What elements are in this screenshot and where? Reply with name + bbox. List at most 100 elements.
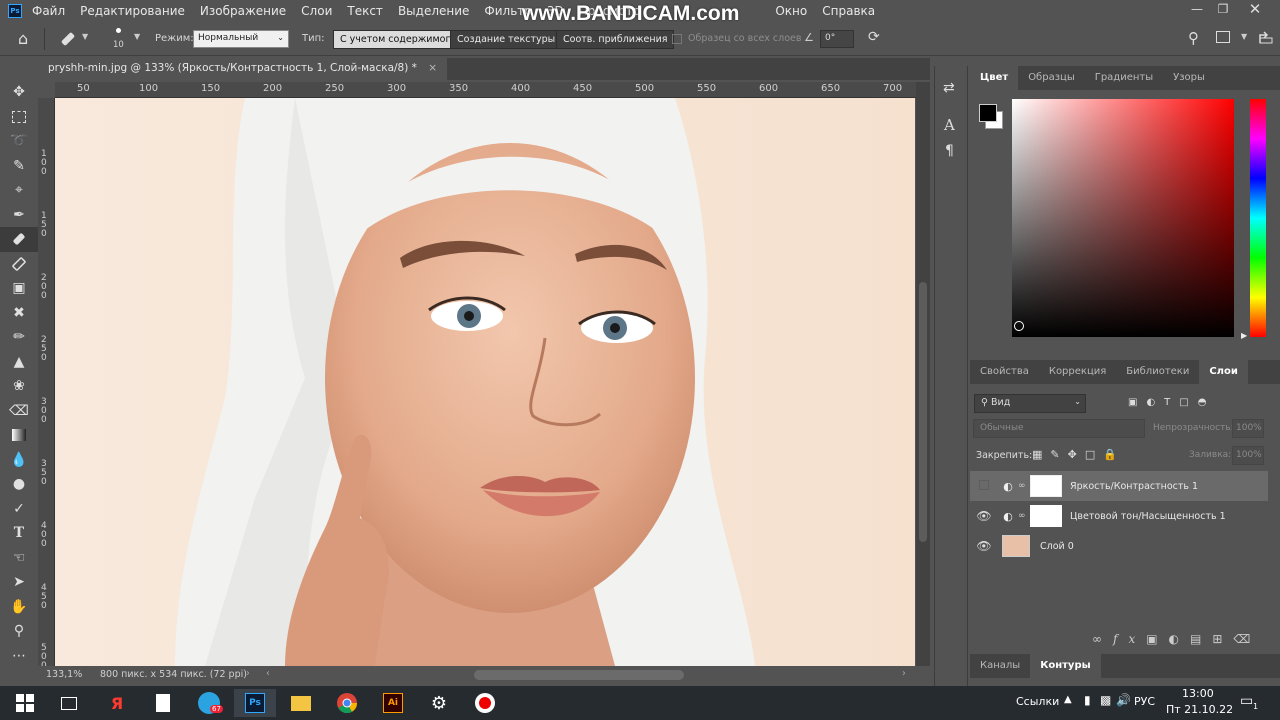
clock-time[interactable]: 13:00 xyxy=(1182,687,1214,700)
eye-icon[interactable]: 👁 xyxy=(970,509,998,523)
lock-icons[interactable]: ▦✎✥□🔒 xyxy=(1032,448,1125,461)
chrome-icon[interactable] xyxy=(326,689,368,717)
tab-channels[interactable]: Каналы xyxy=(970,654,1030,678)
share-icon[interactable] xyxy=(1258,29,1274,45)
menu-edit[interactable]: Редактирование xyxy=(80,4,185,18)
foreground-color-swatch[interactable] xyxy=(979,104,997,122)
layer-row[interactable]: 👁 ◐ ∞ Цветовой тон/Насыщенность 1 xyxy=(970,501,1268,531)
menu-image[interactable]: Изображение xyxy=(200,4,286,18)
illustrator-icon[interactable]: Ai xyxy=(372,689,414,717)
fill-input[interactable]: 100% xyxy=(1232,446,1264,465)
tab-gradients[interactable]: Градиенты xyxy=(1085,66,1163,90)
photoshop-taskbar-icon[interactable]: Ps xyxy=(234,689,276,717)
sample-all-layers-checkbox[interactable] xyxy=(672,34,682,44)
crop-tool-icon[interactable]: ⌖ xyxy=(0,178,38,203)
tab-paths[interactable]: Контуры xyxy=(1030,654,1101,678)
layer-visibility-toggle[interactable] xyxy=(970,479,998,493)
angle-input[interactable]: 0° xyxy=(820,30,854,48)
network-icon[interactable]: ▩ xyxy=(1100,693,1111,707)
layer-thumbnail[interactable] xyxy=(1002,535,1030,557)
telegram-icon[interactable]: 67 xyxy=(188,689,230,717)
scroll-thumb[interactable] xyxy=(919,282,927,542)
home-icon[interactable]: ⌂ xyxy=(18,29,28,48)
horizontal-scroll-thumb[interactable] xyxy=(474,670,684,680)
menu-window[interactable]: Окно xyxy=(775,4,807,18)
quick-selection-tool-icon[interactable]: ✎ xyxy=(0,154,38,179)
volume-icon[interactable]: 🔊 xyxy=(1116,693,1131,707)
layer-footer-icons[interactable]: ∞fx▣◐▤⊞⌫ xyxy=(1092,632,1261,646)
layer-mask-thumbnail[interactable] xyxy=(1030,505,1062,527)
paragraph-icon[interactable]: ¶ xyxy=(945,143,954,159)
layer-row[interactable]: 👁 Слой 0 xyxy=(970,531,1268,561)
healing-brush-icon[interactable] xyxy=(58,29,78,49)
menu-select[interactable]: Выделение xyxy=(398,4,469,18)
menu-layers[interactable]: Слои xyxy=(301,4,332,18)
task-view-icon[interactable] xyxy=(48,689,90,717)
bandicam-record-icon[interactable] xyxy=(464,689,506,717)
layer-filter-select[interactable]: ⚲ Вид ⌄ xyxy=(974,394,1086,413)
hand-tool-icon[interactable]: ✋ xyxy=(0,595,38,620)
zoom-level[interactable]: 133,1% xyxy=(46,669,82,680)
tab-swatches[interactable]: Образцы xyxy=(1018,66,1085,90)
scroll-left-icon[interactable]: ‹ xyxy=(266,668,270,679)
file-icon[interactable] xyxy=(142,689,184,717)
tab-libraries[interactable]: Библиотеки xyxy=(1116,360,1199,384)
blur-tool-icon[interactable]: 💧 xyxy=(0,448,38,473)
mode-select[interactable]: Нормальный ⌄ xyxy=(193,30,289,48)
layer-filter-icons[interactable]: ▣◐T□◓ xyxy=(1128,397,1215,408)
marquee-tool-icon[interactable] xyxy=(0,105,38,130)
notification-icon[interactable]: ▭ xyxy=(1240,693,1253,709)
file-explorer-icon[interactable] xyxy=(280,689,322,717)
tab-adjustments[interactable]: Коррекция xyxy=(1039,360,1116,384)
path-selection-tool-icon[interactable]: ☜ xyxy=(0,546,38,571)
document-tab[interactable]: pryshh-min.jpg @ 133% (Яркость/Контрастн… xyxy=(38,58,448,80)
eyedropper-tool-icon[interactable]: ✒ xyxy=(0,203,38,228)
eye-icon[interactable]: 👁 xyxy=(970,539,998,553)
zoom-tool-icon[interactable]: ⚲ xyxy=(0,619,38,644)
history-brush-tool-icon[interactable]: ❀ xyxy=(0,374,38,399)
more-tools-icon[interactable]: ⋯ xyxy=(0,644,38,669)
lasso-tool-icon[interactable]: ➰ xyxy=(0,129,38,154)
type-proximity-match-button[interactable]: Соотв. приближения xyxy=(556,30,675,49)
tray-expand-icon[interactable]: ▲ xyxy=(1064,694,1072,705)
tab-properties[interactable]: Свойства xyxy=(970,360,1039,384)
pen-tool-icon[interactable]: ✓ xyxy=(0,497,38,522)
color-field[interactable] xyxy=(1012,99,1234,337)
chevron-down-icon[interactable]: ▼ xyxy=(1241,32,1247,41)
character-icon[interactable]: A xyxy=(944,116,955,134)
pressure-icon[interactable]: ⟳ xyxy=(868,29,880,45)
content-aware-move-tool-icon[interactable]: ▣ xyxy=(0,276,38,301)
battery-icon[interactable]: ▮ xyxy=(1084,693,1091,707)
settings-icon[interactable]: ⚙ xyxy=(418,689,460,717)
scroll-right-icon[interactable]: › xyxy=(902,668,906,679)
move-tool-icon[interactable]: ✥ xyxy=(0,80,38,105)
type-tool-icon[interactable]: T xyxy=(0,521,38,546)
history-icon[interactable]: ⇄ xyxy=(943,80,955,96)
chevron-down-icon[interactable]: ▼ xyxy=(82,32,88,41)
minimize-icon[interactable]: — xyxy=(1186,2,1208,18)
tray-links-label[interactable]: Ссылки xyxy=(1016,695,1059,708)
hue-slider[interactable] xyxy=(1250,99,1266,337)
direct-selection-tool-icon[interactable]: ➤ xyxy=(0,570,38,595)
type-content-aware-button[interactable]: С учетом содержимого xyxy=(333,30,464,49)
workspace-icon[interactable] xyxy=(1216,31,1230,43)
vertical-scrollbar[interactable] xyxy=(916,82,930,666)
yandex-browser-icon[interactable]: Я xyxy=(96,689,138,717)
brush-tool-icon[interactable]: ✏ xyxy=(0,325,38,350)
clone-stamp-tool-icon[interactable]: ▲ xyxy=(0,350,38,375)
close-tab-icon[interactable]: × xyxy=(428,62,437,74)
opacity-input[interactable]: 100% xyxy=(1232,419,1264,438)
document-canvas[interactable] xyxy=(55,98,915,666)
dodge-tool-icon[interactable]: ● xyxy=(0,472,38,497)
layer-mask-thumbnail[interactable] xyxy=(1030,475,1062,497)
tab-patterns[interactable]: Узоры xyxy=(1163,66,1215,90)
blend-mode-select[interactable]: Обычные xyxy=(973,419,1145,438)
restore-icon[interactable]: ❐ xyxy=(1212,2,1234,18)
status-menu-arrow-icon[interactable]: › xyxy=(246,668,250,679)
search-icon[interactable]: ⚲ xyxy=(1188,29,1199,47)
input-language[interactable]: РУС xyxy=(1134,695,1155,708)
layer-name[interactable]: Яркость/Контрастность 1 xyxy=(1070,481,1198,492)
layer-name[interactable]: Слой 0 xyxy=(1040,541,1074,552)
tab-layers[interactable]: Слои xyxy=(1199,360,1248,384)
type-create-texture-button[interactable]: Создание текстуры xyxy=(450,30,563,49)
